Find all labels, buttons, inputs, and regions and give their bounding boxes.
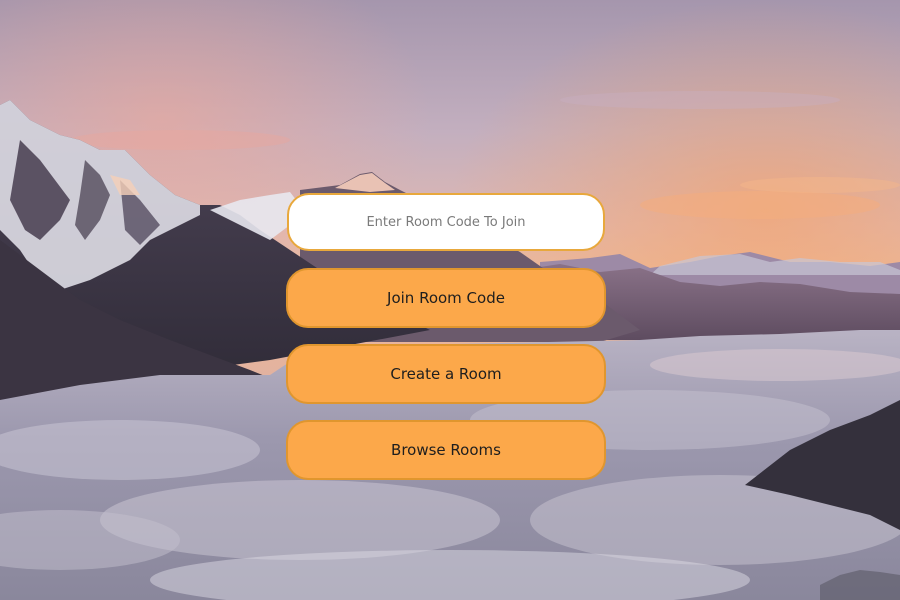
- join-room-code-button[interactable]: Join Room Code: [286, 268, 606, 328]
- room-code-input[interactable]: [287, 193, 605, 251]
- create-room-button[interactable]: Create a Room: [286, 344, 606, 404]
- browse-rooms-button[interactable]: Browse Rooms: [286, 420, 606, 480]
- room-menu-panel: Join Room Code Create a Room Browse Room…: [286, 193, 606, 496]
